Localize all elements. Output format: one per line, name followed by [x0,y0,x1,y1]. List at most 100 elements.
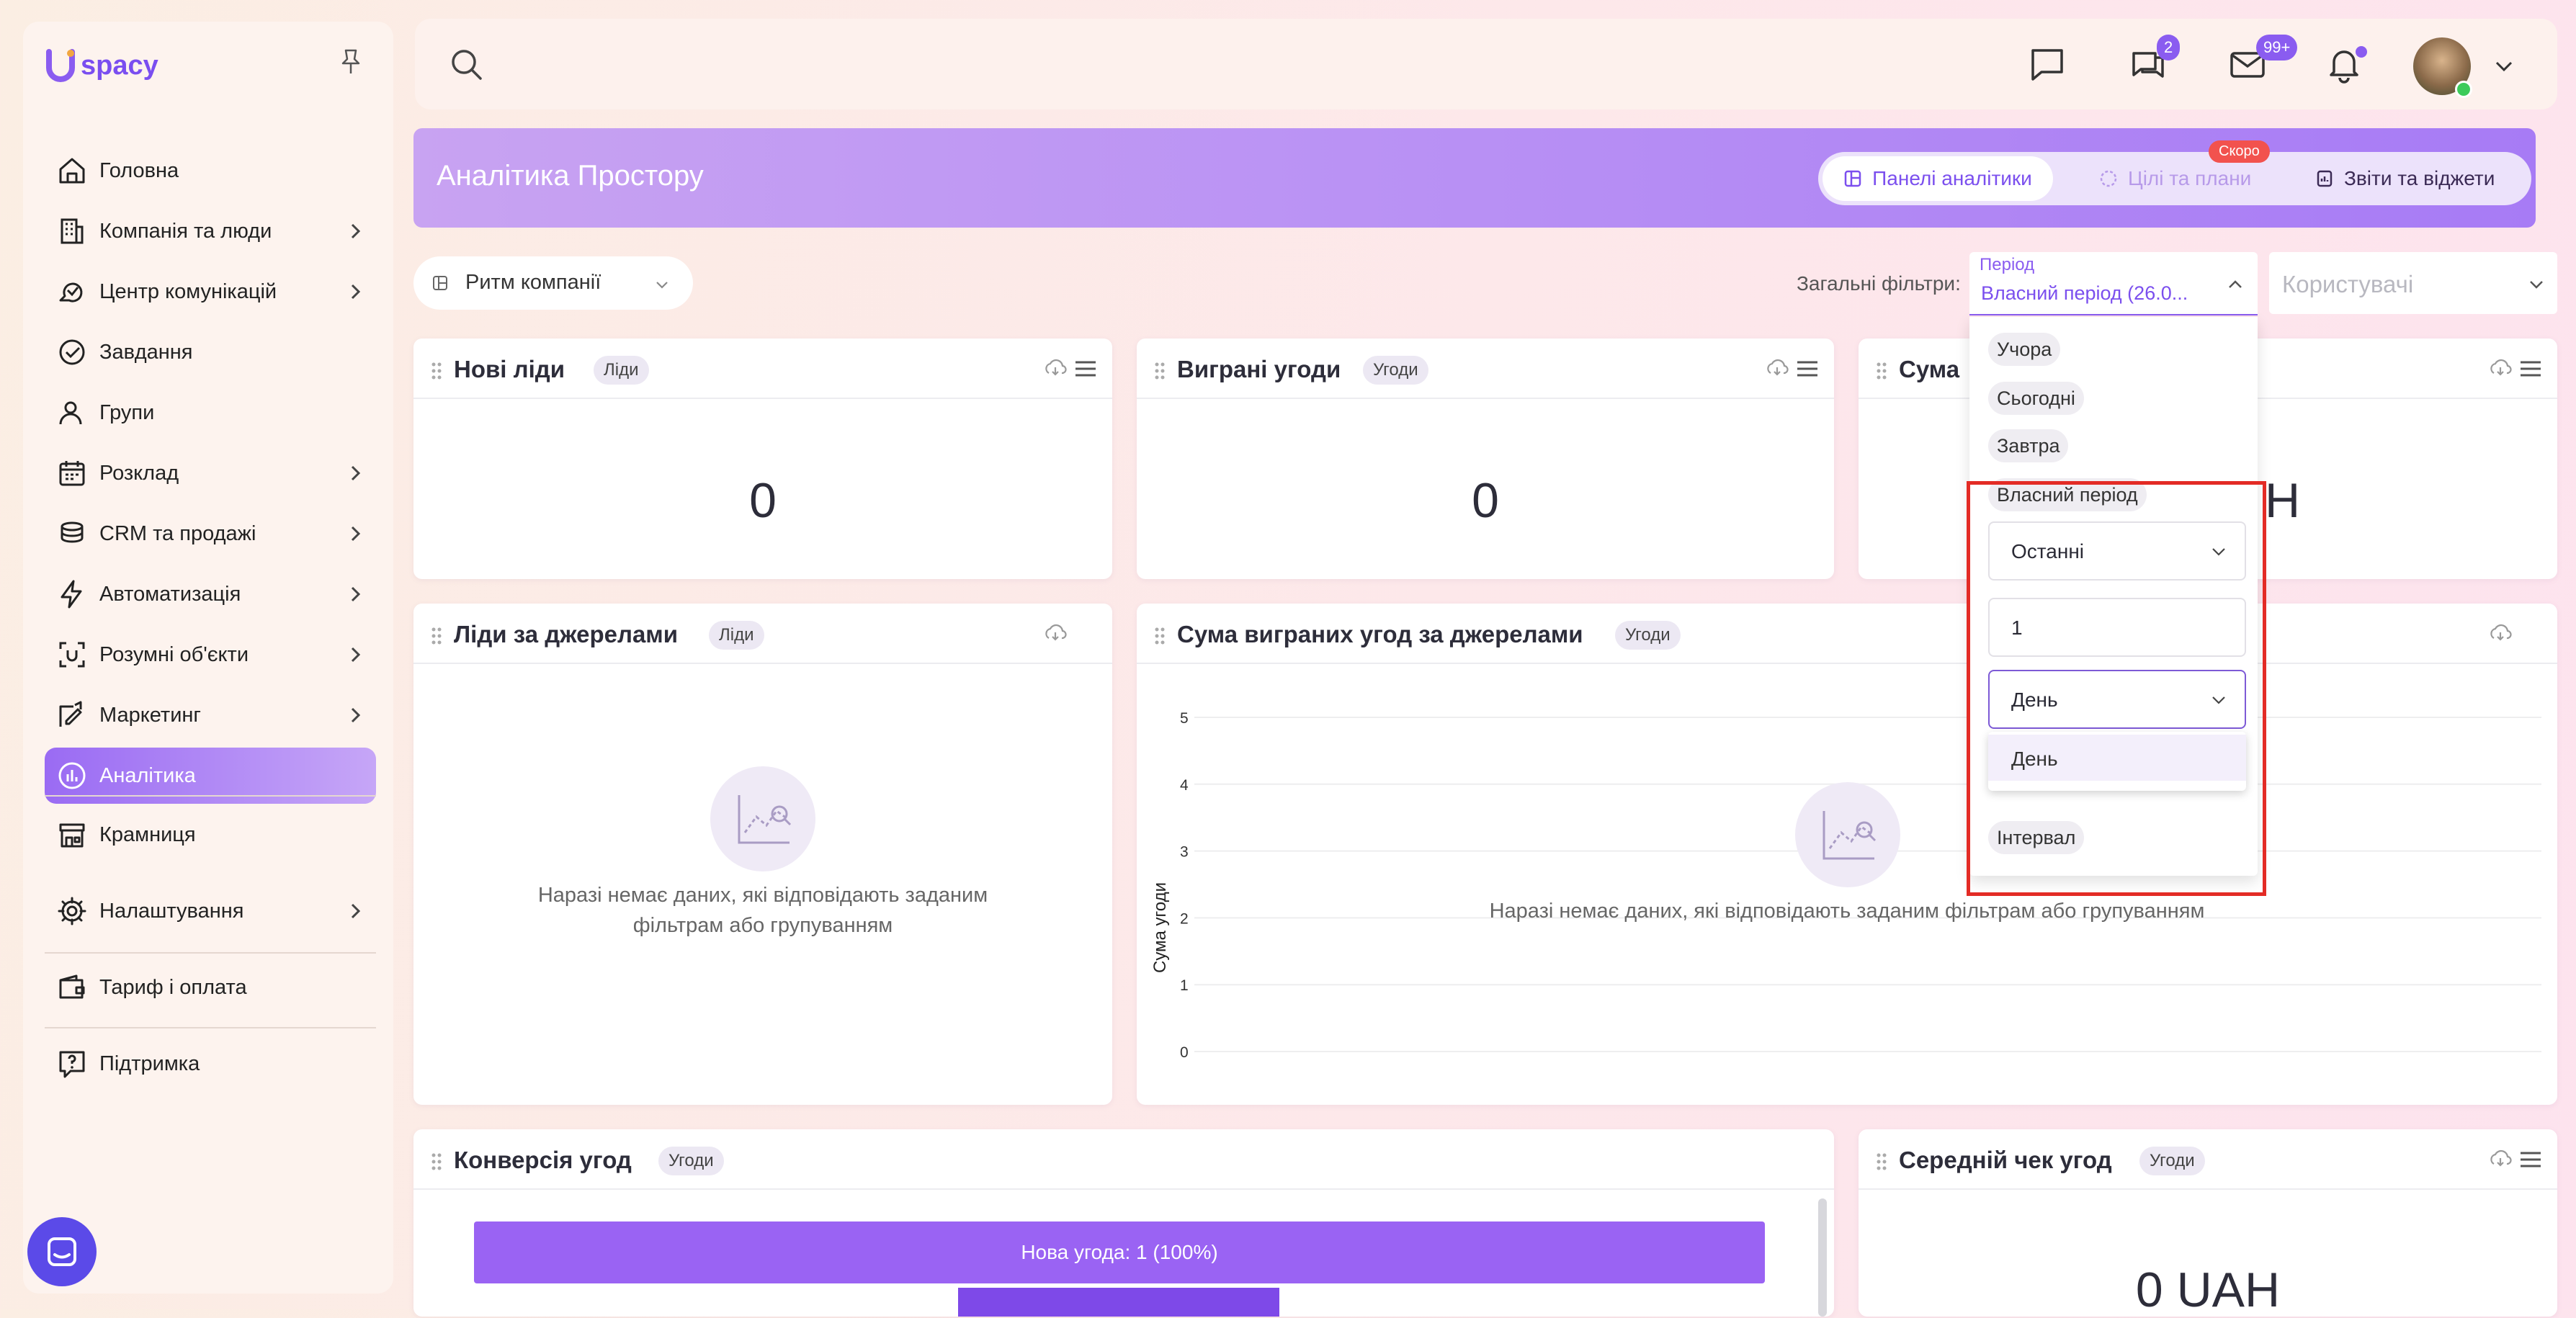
funnel-bar: Нова угода: 1 (100%) [474,1221,1765,1283]
drag-handle-icon[interactable] [429,360,444,382]
tab-reports[interactable]: Звіти та віджети [2315,156,2524,201]
cloud-sync-icon[interactable] [1043,357,1068,379]
cloud-sync-icon[interactable] [1765,357,1789,379]
funnel-bar-next [958,1288,1279,1317]
cloud-sync-icon[interactable] [2488,357,2513,379]
period-select[interactable]: Період Власний період (26.0... [1969,252,2258,315]
widget-title: Середній чек угод [1899,1147,2112,1173]
building-icon [61,218,84,244]
sidebar-item-8[interactable]: Розумні об'єкти [45,627,376,683]
chevron-down-icon[interactable] [2492,55,2515,78]
avatar[interactable] [2413,37,2472,98]
widget-new-leads: Нові ліди Ліди 0 [413,339,1112,579]
calendar-icon [59,461,85,486]
widget-value: 0 UAH [2135,1263,2281,1317]
dashboard-select[interactable]: Ритм компанії [413,256,693,310]
marketing-icon [59,701,82,727]
chevron-right-icon [351,647,361,663]
drag-handle-icon[interactable] [429,1151,444,1173]
widget-value: H [2265,473,2301,528]
chevron-down-icon [2530,281,2543,289]
target-icon [2100,170,2117,187]
menu-icon[interactable] [1795,359,1820,379]
search-icon[interactable] [448,46,486,84]
report-icon [2317,170,2333,187]
sidebar: spacy Головна Компанія та люди Центр комун… [23,22,393,1294]
cloud-sync-icon[interactable] [2488,1148,2513,1170]
pin-icon[interactable] [339,48,363,76]
sidebar-divider [45,795,376,797]
drag-handle-icon[interactable] [429,625,444,647]
cloud-sync-icon[interactable] [1043,622,1068,644]
users-icon [59,401,82,425]
sidebar-item-1[interactable]: Компанія та люди [45,203,376,259]
y-tick-label: 5 [1180,710,1189,727]
coins-icon [61,521,84,543]
communication-icon [59,282,83,302]
y-tick-label: 3 [1180,844,1189,861]
period-option-yesterday[interactable]: Учора [1988,333,2061,366]
widget-tag: Угоди [2139,1147,2205,1175]
sidebar-item-label: Компанія та люди [99,219,272,243]
sidebar-item-9[interactable]: Маркетинг [45,687,376,743]
chevron-right-icon [351,707,361,723]
scrollbar[interactable] [1818,1198,1827,1317]
sidebar-item-label: Головна [99,158,179,182]
chat-badge: 2 [2157,35,2181,60]
sidebar-item-0[interactable]: Головна [45,143,376,199]
sidebar-item-label: Завдання [99,340,193,364]
widget-value: 0 [1472,473,1499,528]
menu-icon[interactable] [2518,359,2543,379]
mail-badge: 99+ [2256,35,2298,60]
sidebar-item-settings[interactable]: Налаштування [45,883,376,939]
chevron-right-icon [351,526,361,542]
users-select[interactable]: Користувачі [2269,252,2557,314]
logo[interactable] [43,48,79,84]
drag-handle-icon[interactable] [1153,360,1167,382]
empty-message-line2: фільтрам або групуванням [632,914,893,937]
sidebar-item-3[interactable]: Завдання [45,324,376,380]
sidebar-item-store[interactable]: Крамниця [45,807,376,863]
sidebar-divider [45,952,376,954]
tab-label: Звіти та віджети [2344,167,2495,189]
drag-handle-icon[interactable] [1874,1151,1889,1173]
message-square-icon[interactable] [2027,45,2067,85]
sidebar-item-label: Налаштування [99,899,244,923]
drag-handle-icon[interactable] [1874,360,1889,382]
sidebar-item-2[interactable]: Центр комунікацій [45,264,376,320]
period-label: Період [1980,255,2035,274]
online-status-dot [2455,81,2472,98]
menu-icon[interactable] [2518,1149,2543,1170]
empty-message: Наразі немає даних, які відповідають зад… [1489,900,2205,923]
widget-won-deals: Виграні угоди Угоди 0 [1137,339,1834,579]
smart-object-icon [59,642,85,668]
chevron-right-icon [351,223,361,239]
widget-value: 0 [749,473,777,528]
highlight-box [1967,481,2266,896]
sidebar-item-label: Розклад [99,461,179,485]
sidebar-item-4[interactable]: Групи [45,385,376,441]
widget-title: Ліди за джерелами [454,621,679,647]
home-icon [59,158,85,184]
sidebar-item-label: Аналітика [99,763,196,787]
support-icon [59,1051,85,1078]
sidebar-item-support[interactable]: Підтримка [45,1036,376,1092]
widget-tag: Угоди [658,1147,724,1175]
widget-conversion: Конверсія угод Угоди Нова угода: 1 (100%… [413,1129,1834,1317]
tab-dashboards[interactable]: Панелі аналітики [1823,156,2053,201]
chevron-right-icon [351,903,361,919]
empty-chart-icon [710,766,815,871]
sidebar-item-6[interactable]: CRM та продажі [45,506,376,562]
period-option-today[interactable]: Сьогодні [1988,382,2084,415]
chat-launcher-button[interactable] [27,1217,97,1286]
users-placeholder: Користувачі [2282,271,2414,297]
sidebar-item-tariff[interactable]: Тариф і оплата [45,959,376,1016]
check-circle-icon [59,339,85,365]
menu-icon[interactable] [1073,359,1098,379]
widget-leads-by-source: Ліди за джерелами Ліди Наразі немає дани… [413,604,1112,1105]
sidebar-item-7[interactable]: Автоматизація [45,566,376,622]
sidebar-divider [45,1027,376,1028]
y-tick-label: 1 [1180,977,1189,994]
sidebar-item-5[interactable]: Розклад [45,445,376,501]
period-option-tomorrow[interactable]: Завтра [1988,429,2069,462]
